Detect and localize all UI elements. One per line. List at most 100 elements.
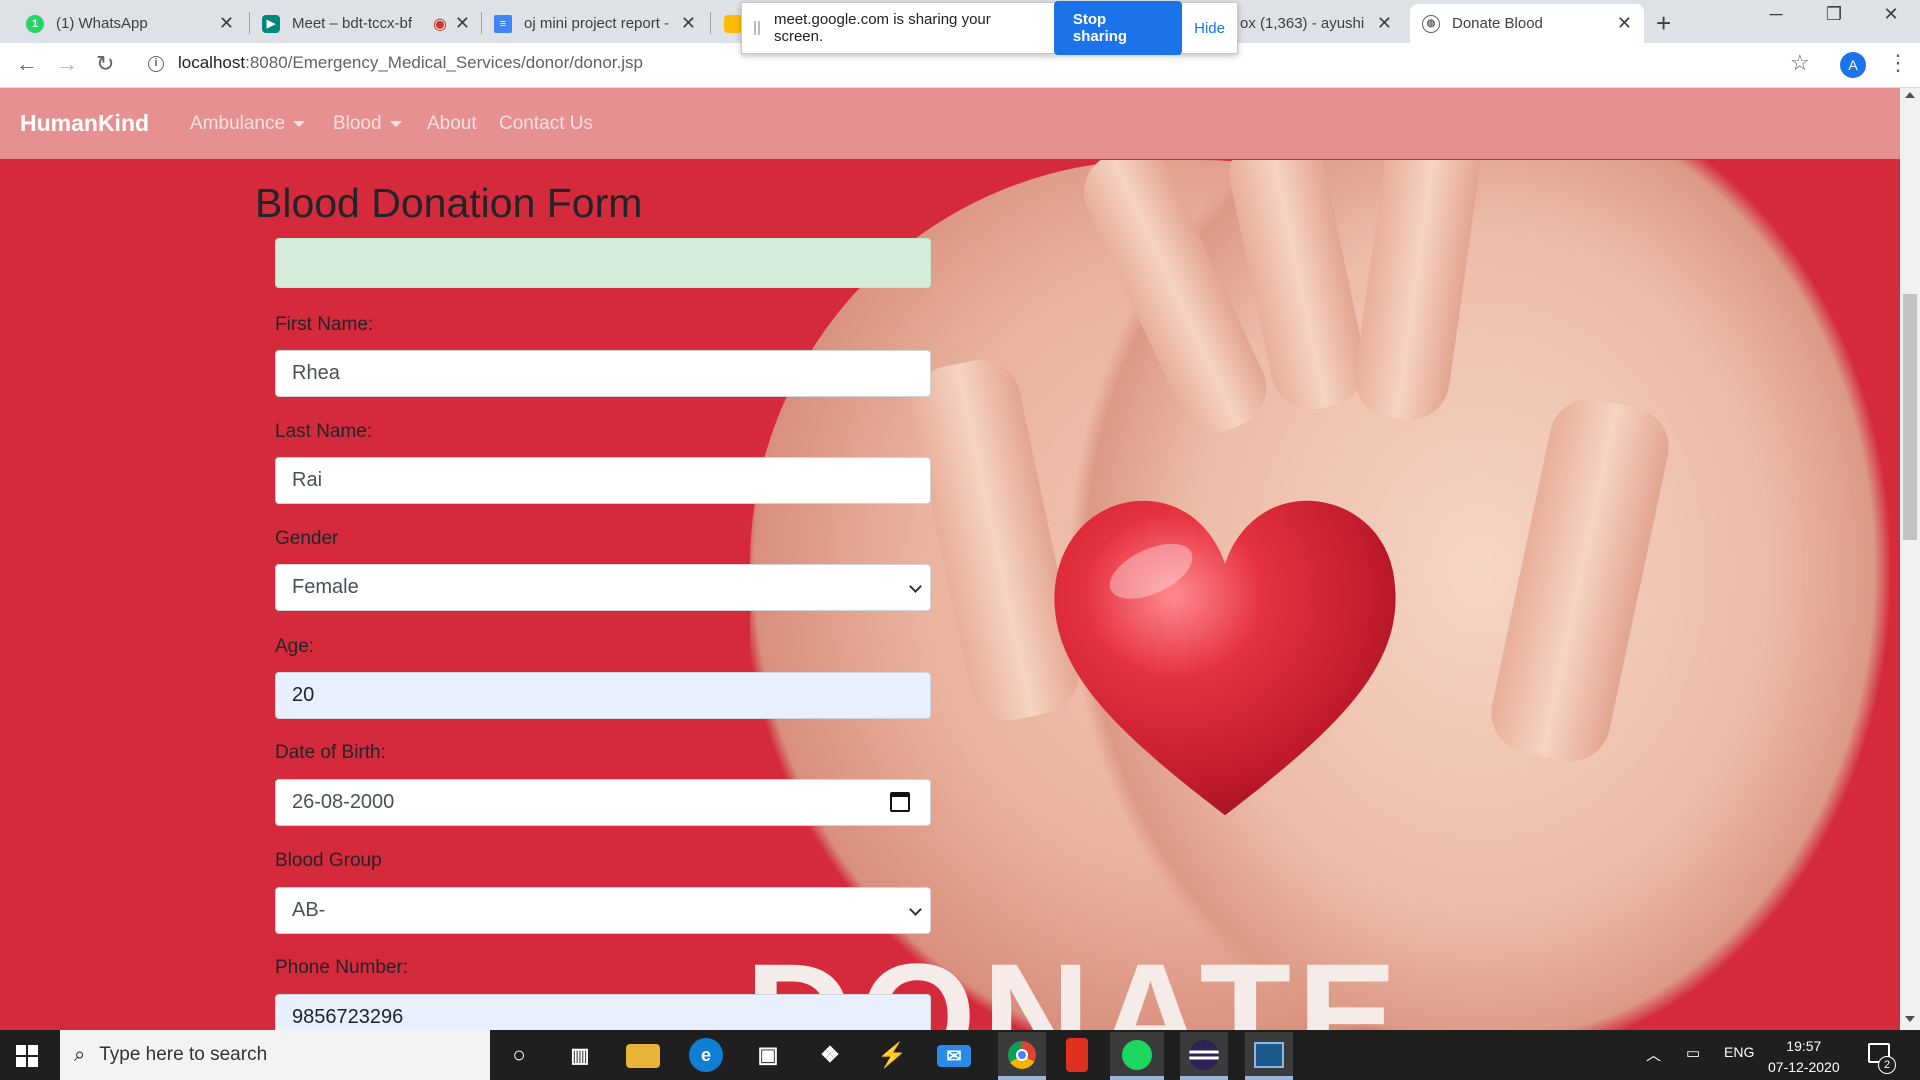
eclipse-taskbar-button[interactable] [1180, 1032, 1228, 1078]
docs-icon: ≡ [494, 14, 512, 33]
gender-value: Female [292, 576, 359, 598]
spotify-taskbar-button[interactable] [1110, 1032, 1164, 1078]
active-indicator [1245, 1076, 1293, 1080]
tab-gmail[interactable]: ox (1,363) - ayushi ✕ [1228, 4, 1404, 43]
close-icon[interactable]: ✕ [1377, 13, 1392, 34]
task-view-icon[interactable]: ▥ [563, 1038, 597, 1072]
hide-banner-button[interactable]: Hide [1194, 20, 1225, 37]
tab-title: (1) WhatsApp [56, 15, 148, 32]
edge-icon[interactable]: e [689, 1038, 723, 1072]
profile-avatar[interactable]: A [1840, 52, 1866, 78]
close-icon[interactable]: ✕ [455, 13, 470, 34]
scroll-up-arrow-icon[interactable] [1905, 92, 1915, 98]
dropbox-icon[interactable]: ❖ [813, 1038, 847, 1072]
scrollbar-thumb[interactable] [1903, 294, 1917, 540]
chrome-icon [1008, 1041, 1036, 1069]
browser-menu-icon[interactable]: ⋮ [1887, 50, 1909, 76]
chrome-taskbar-button[interactable] [998, 1032, 1046, 1078]
language-indicator[interactable]: ENG [1724, 1044, 1754, 1060]
back-arrow-icon[interactable]: ← [16, 51, 38, 77]
battery-icon[interactable]: ▭ [1686, 1044, 1700, 1062]
nav-label: Contact Us [499, 113, 593, 134]
nav-label: Blood [333, 113, 382, 134]
nav-label: Ambulance [190, 113, 286, 134]
info-icon[interactable]: i [148, 56, 164, 72]
close-icon[interactable]: ✕ [681, 13, 696, 34]
dob-input[interactable]: 26-08-2000 [275, 779, 931, 826]
last-name-value: Rai [292, 469, 323, 491]
slides-icon [724, 14, 742, 33]
cortana-icon[interactable]: ○ [502, 1038, 536, 1072]
tab-title: Meet – bdt-tccx-bf [292, 15, 413, 32]
tab-title: Donate Blood [1452, 15, 1543, 32]
new-tab-button[interactable]: + [1656, 8, 1671, 39]
age-label: Age: [275, 636, 315, 657]
office-icon[interactable] [1066, 1038, 1088, 1072]
share-message: meet.google.com is sharing your screen. [773, 11, 991, 45]
first-name-input[interactable]: Rhea [275, 350, 931, 397]
phone-label: Phone Number: [275, 957, 409, 978]
reload-icon[interactable]: ↻ [96, 51, 114, 77]
brand-logo[interactable]: HumanKind [20, 110, 149, 137]
page-title: Blood Donation Form [255, 180, 643, 226]
chevron-down-icon [909, 903, 922, 916]
tab-docs[interactable]: ≡ oj mini project report - ✕ [482, 4, 708, 43]
nav-ambulance[interactable]: Ambulance [190, 113, 306, 135]
blood-group-select[interactable]: AB- [275, 887, 931, 934]
screen-share-banner: meet.google.com is sharing your screen. … [741, 1, 1238, 55]
first-name-value: Rhea [292, 362, 340, 384]
tab-hidden[interactable] [712, 4, 742, 43]
page-scrollbar[interactable] [1900, 88, 1920, 1030]
success-alert [275, 238, 931, 288]
phone-input[interactable]: 9856723296 [275, 994, 931, 1030]
tray-chevron-up-icon[interactable]: ︿ [1646, 1044, 1661, 1065]
bookmark-star-icon[interactable]: ☆ [1790, 50, 1810, 76]
dob-label: Date of Birth: [275, 742, 386, 763]
tab-divider [710, 12, 711, 34]
whatsapp-icon: 1 [26, 14, 44, 33]
taskbar-search[interactable]: ⌕ Type here to search [60, 1030, 490, 1080]
taskbar-clock[interactable]: 19:57 07-12-2020 [1768, 1036, 1840, 1078]
scroll-down-arrow-icon[interactable] [1905, 1016, 1915, 1022]
tab-donate-blood[interactable]: ◍ Donate Blood ✕ [1410, 4, 1644, 43]
tab-meet[interactable]: ▶ Meet – bdt-tccx-bf ◉ ✕ [250, 4, 482, 43]
stop-sharing-button[interactable]: Stop sharing [1053, 1, 1183, 55]
nav-blood[interactable]: Blood [333, 113, 402, 135]
drag-handle-icon[interactable] [754, 21, 760, 35]
tab-title: oj mini project report - [524, 15, 670, 32]
globe-icon: ◍ [1422, 14, 1440, 33]
first-name-label: First Name: [275, 314, 374, 335]
app-navbar: HumanKind Ambulance Blood About Contact … [0, 88, 1900, 159]
eclipse-icon [1189, 1040, 1219, 1070]
app-taskbar-button[interactable] [1245, 1032, 1293, 1078]
forward-arrow-icon[interactable]: → [56, 51, 78, 77]
age-input[interactable]: 20 [275, 672, 931, 719]
clock-time: 19:57 [1786, 1038, 1822, 1054]
nav-about[interactable]: About [427, 113, 477, 135]
calendar-icon[interactable] [890, 792, 910, 812]
power-automate-icon[interactable]: ⚡ [875, 1038, 909, 1072]
windows-start-icon[interactable] [16, 1045, 38, 1067]
meet-icon: ▶ [262, 14, 280, 33]
active-indicator [998, 1076, 1046, 1080]
caret-down-icon [389, 121, 402, 127]
windows-taskbar: ⌕ Type here to search ○ ▥ e ▣ ❖ ⚡ ✉ [0, 1030, 1920, 1080]
store-icon[interactable]: ▣ [751, 1038, 785, 1072]
close-icon[interactable]: ✕ [1617, 13, 1632, 34]
url-host: localhost [178, 53, 246, 72]
close-window-button[interactable]: ✕ [1863, 4, 1919, 25]
close-icon[interactable]: ✕ [219, 13, 234, 34]
last-name-input[interactable]: Rai [275, 457, 931, 504]
nav-contact[interactable]: Contact Us [499, 113, 593, 135]
address-bar[interactable]: localhost:8080/Emergency_Medical_Service… [178, 53, 643, 73]
tab-whatsapp[interactable]: 1 (1) WhatsApp ✕ [14, 4, 246, 43]
recording-icon: ◉ [432, 15, 447, 33]
active-indicator [1180, 1076, 1228, 1080]
file-explorer-icon[interactable] [626, 1044, 660, 1068]
gender-select[interactable]: Female [275, 564, 931, 611]
phone-value: 9856723296 [292, 1006, 404, 1028]
minimize-button[interactable]: ─ [1748, 4, 1804, 25]
mail-icon[interactable]: ✉ [937, 1045, 971, 1067]
search-icon: ⌕ [74, 1043, 86, 1066]
restore-button[interactable]: ❐ [1806, 4, 1862, 25]
